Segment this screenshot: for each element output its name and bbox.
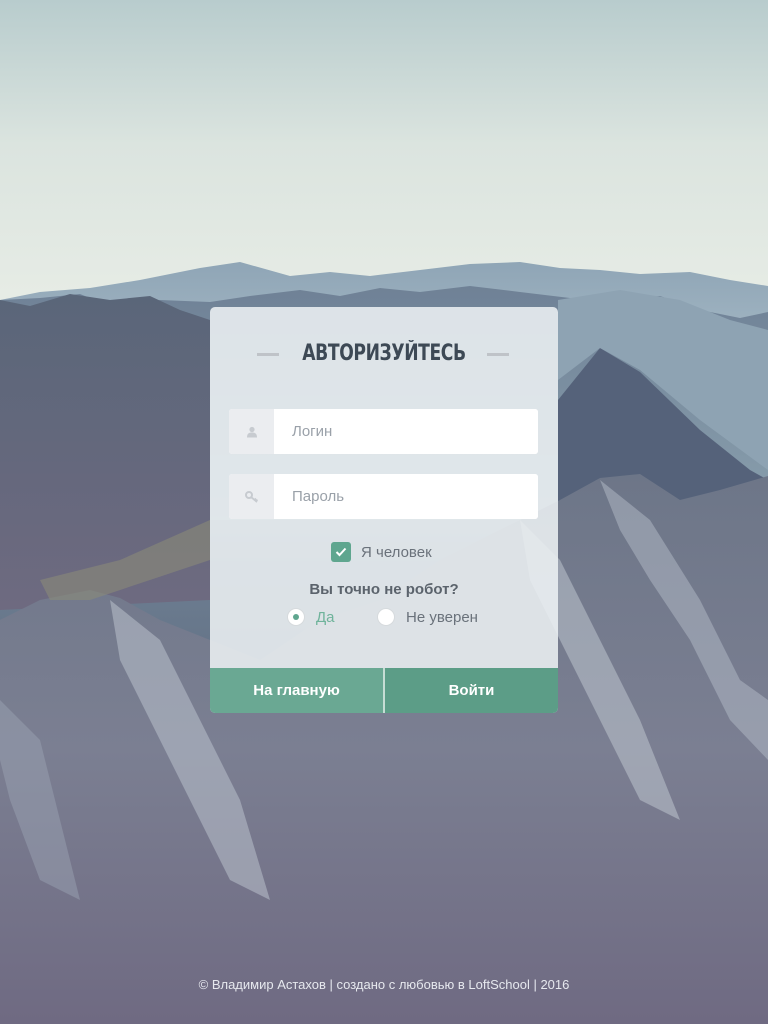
login-field [229, 409, 538, 454]
password-field [229, 474, 538, 519]
robot-radio-group: Да Не уверен [210, 608, 558, 630]
check-icon [335, 547, 347, 557]
radio-not-sure[interactable] [377, 608, 395, 626]
human-checkbox[interactable] [331, 542, 351, 562]
user-icon [229, 409, 274, 454]
login-input[interactable] [274, 409, 538, 454]
human-check-row: Я человек [210, 542, 558, 564]
robot-question: Вы точно не робот? [309, 581, 459, 598]
key-icon [229, 474, 274, 519]
footer-copyright: © Владимир Астахов | создано с любовью в… [198, 977, 570, 992]
radio-yes-label: Да [316, 609, 335, 626]
login-page: АВТОРИЗУЙТЕСЬ Логин Я человек Вы точно н… [0, 0, 768, 1024]
radio-yes[interactable] [287, 608, 305, 626]
title-right-dash [487, 353, 509, 356]
radio-not-sure-label: Не уверен [406, 609, 478, 626]
login-button[interactable]: Войти [385, 668, 558, 713]
login-card: АВТОРИЗУЙТЕСЬ Логин Я человек Вы точно н… [210, 307, 558, 713]
card-title: АВТОРИЗУЙТЕСЬ [302, 341, 466, 366]
radio-selected-dot [293, 614, 299, 620]
human-check-label: Я человек [361, 544, 432, 561]
home-button[interactable]: На главную [210, 668, 383, 713]
password-input[interactable] [274, 474, 538, 519]
